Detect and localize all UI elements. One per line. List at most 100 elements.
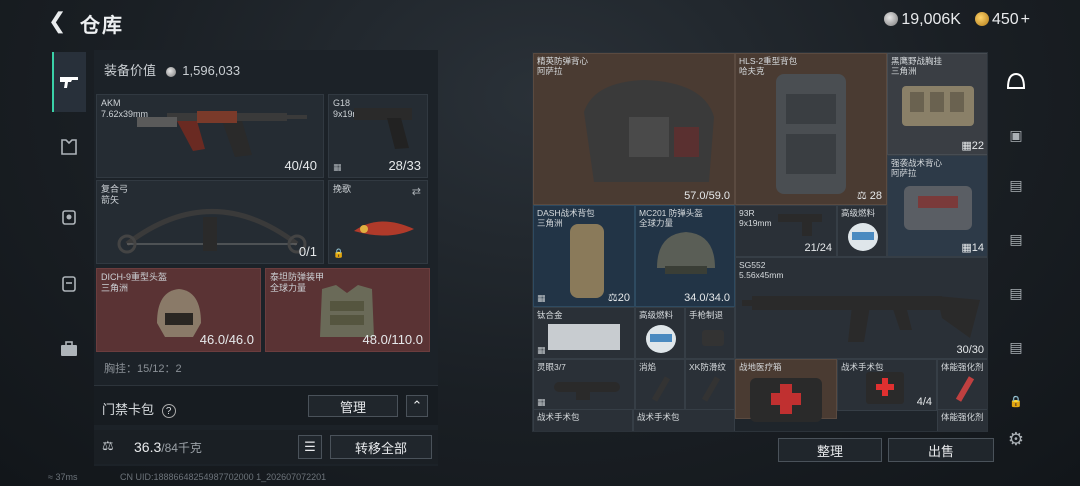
assault-vest-name: 强袭战术背心 — [891, 158, 943, 168]
helmet-icon[interactable] — [1000, 66, 1032, 96]
no-insurance-icon: ▦ — [537, 345, 546, 355]
item-scope[interactable]: 灵眼3/7 ▦ — [533, 359, 635, 411]
chest-rig-label: 胸挂：15/12：2 — [104, 363, 182, 375]
item-stimulant[interactable]: 体能强化剂 — [937, 359, 987, 411]
item-dash-backpack[interactable]: DASH战术背包 三角洲 ▦ ⚖20 — [533, 205, 635, 307]
gold-plus-button[interactable]: + — [1021, 11, 1030, 28]
item-pistol-brake[interactable]: 手枪制退 — [685, 307, 735, 359]
93r-image — [778, 214, 822, 236]
item-93r-pistol[interactable]: 93R 9x19mm 21/24 — [735, 205, 837, 257]
stimulant-name: 体能强化剂 — [941, 362, 984, 372]
elite-vest-image — [584, 80, 714, 182]
dash-faction: 三角洲 — [537, 218, 563, 228]
equip-value-label: 装备价值 — [104, 63, 157, 78]
slot-helmet[interactable]: DICH-9重型头盔 三角洲 46.0/46.0 — [96, 268, 261, 352]
item-flash-hider[interactable]: 消焰 — [635, 359, 685, 411]
blackhawk-count: ▦22 — [961, 139, 984, 152]
slot-bow[interactable]: 复合弓 箭矢 0/1 — [96, 180, 324, 264]
slot-melee[interactable]: 挽歌 ⇄ 🔒 — [328, 180, 428, 264]
add-storage-icon[interactable]: ▣ — [1000, 120, 1032, 150]
armor-durability: 48.0/110.0 — [362, 332, 423, 347]
lock-icon[interactable]: 🔒 — [1000, 386, 1032, 416]
uid-text: CN UID:18886648254987702000 1_2026070722… — [120, 472, 327, 482]
dash-name: DASH战术背包 — [537, 208, 595, 218]
gun-icon[interactable] — [52, 52, 86, 112]
xk-grip-image — [701, 376, 721, 402]
blackhawk-capacity: 22 — [971, 140, 984, 152]
chevron-up-icon[interactable]: ⌃ — [406, 395, 428, 417]
item-premium-fuel[interactable]: 高级燃料 — [837, 205, 887, 257]
item-name: 强袭战术背心 阿萨拉 — [891, 158, 942, 178]
storage-tab-icon[interactable]: ▤ — [1000, 170, 1032, 200]
item-field-medkit[interactable]: 战地医疗箱 — [735, 359, 837, 422]
karambit-image — [354, 221, 414, 236]
equipment-panel: 装备价值 1,596,033 AKM 7.62x39mm 40/40 G18 9x1… — [94, 50, 438, 466]
storage-tab-icon[interactable]: ▤ — [1000, 332, 1032, 362]
page-title: 仓库 — [80, 15, 124, 37]
item-surgery-kit-row[interactable]: 战术手术包 — [533, 409, 633, 431]
manage-button[interactable]: 管理 — [308, 395, 398, 417]
xk-grip-name: XK防滑纹 — [689, 362, 726, 372]
item-premium-fuel-2[interactable]: 高级燃料 — [635, 307, 685, 359]
item-elite-vest[interactable]: 精英防弹背心 阿萨拉 57.0/59.0 — [533, 53, 735, 205]
item-assault-vest[interactable]: 强袭战术背心 阿萨拉 ▦14 — [887, 155, 987, 257]
item-blackhawk-rig[interactable]: 黑鹰野战胸挂 三角洲 ▦22 — [887, 53, 987, 155]
backpack-icon[interactable] — [52, 266, 86, 300]
item-hls2-backpack[interactable]: HLS-2重型背包 哈夫克 ⚖ 28 — [735, 53, 887, 205]
sort-button[interactable]: 整理 — [778, 438, 882, 462]
briefcase-icon[interactable] — [52, 332, 86, 366]
transfer-all-button[interactable]: 转移全部 — [330, 435, 432, 459]
elite-vest-name: 精英防弹背心 — [537, 56, 589, 66]
hls2-capacity: 28 — [869, 190, 882, 202]
item-stimulant-row[interactable]: 体能强化剂 — [937, 409, 987, 431]
bow-ammo-count: 0/1 — [298, 244, 317, 259]
back-arrow-icon[interactable]: ❮ — [48, 10, 70, 32]
g18-ammo-count: 28/33 — [388, 158, 421, 173]
bow-image — [117, 209, 307, 254]
mc201-name: MC201 防弹头盔 — [639, 208, 703, 218]
keycard-bar: 门禁卡包 ? 管理 ⌃ — [94, 385, 438, 425]
storage-sidebar: ▣ ▤ ▤ ▤ ▤ 🔒 ⚙ — [996, 52, 1036, 452]
help-icon[interactable]: ? — [161, 404, 176, 418]
fuel-name: 高级燃料 — [841, 208, 876, 218]
slot-primary-weapon[interactable]: AKM 7.62x39mm 40/40 — [96, 94, 324, 178]
item-surgery-kit-row[interactable]: 战术手术包 — [633, 409, 735, 431]
equip-value: 装备价值 1,596,033 — [104, 60, 240, 79]
weight-icon: ⚖ — [856, 190, 867, 202]
akm-ammo-count: 40/40 — [284, 158, 317, 173]
item-titanium-alloy[interactable]: 钛合金 ▦ — [533, 307, 635, 359]
stimulant-image — [955, 376, 975, 402]
flash-hider-image — [651, 376, 671, 402]
slot-armor[interactable]: 泰坦防弹装甲 全球力量 48.0/110.0 — [265, 268, 430, 352]
93r-caliber: 9x19mm — [739, 218, 772, 228]
item-sg552-rifle[interactable]: SG552 5.56x45mm 30/30 — [735, 257, 987, 359]
vest-icon[interactable] — [52, 200, 86, 234]
blackhawk-name: 黑鹰野战胸挂 — [891, 56, 943, 66]
sg552-ammo: 30/30 — [956, 344, 984, 356]
ping-value: 37ms — [55, 472, 78, 482]
gear-icon[interactable]: ⚙ — [1000, 424, 1032, 454]
sell-button[interactable]: 出售 — [888, 438, 994, 462]
hls2-count: ⚖ 28 — [857, 189, 882, 202]
silver-currency: 19,006K — [884, 11, 961, 29]
mc201-helmet-image — [657, 232, 715, 274]
assault-vest-count: ▦14 — [961, 241, 984, 254]
fuel-can-image — [646, 325, 676, 353]
list-icon[interactable]: ☰ — [298, 435, 322, 459]
item-tactical-surgery-kit[interactable]: 战术手术包 4/4 — [837, 359, 937, 411]
blackhawk-rig-image — [902, 86, 974, 126]
scope-name: 灵眼3/7 — [537, 362, 566, 372]
stimulant-name: 体能强化剂 — [941, 412, 984, 422]
item-xk-grip[interactable]: XK防滑纹 — [685, 359, 735, 411]
storage-tab-icon[interactable]: ▤ — [1000, 278, 1032, 308]
item-mc201-helmet[interactable]: MC201 防弹头盔 全球力量 34.0/34.0 — [635, 205, 735, 307]
gold-currency[interactable]: 450 + — [974, 11, 1030, 29]
medkit-image — [750, 378, 822, 422]
storage-tab-icon[interactable]: ▤ — [1000, 224, 1032, 254]
swap-icon[interactable]: ⇄ — [412, 185, 421, 198]
assault-vest-image — [904, 186, 972, 230]
item-name: SG552 5.56x45mm — [739, 260, 783, 280]
armor-icon[interactable] — [52, 130, 86, 164]
capacity-icon: ▦ — [961, 140, 972, 152]
slot-secondary-weapon[interactable]: G18 9x19mm ▦ 28/33 — [328, 94, 428, 178]
